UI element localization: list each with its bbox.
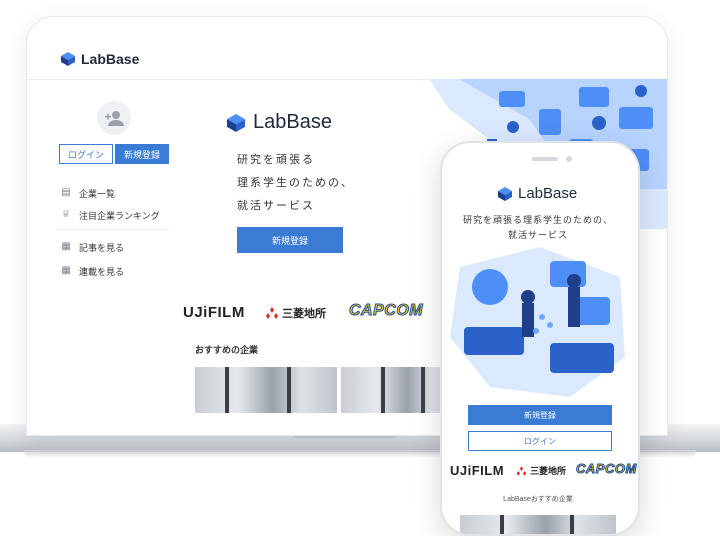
hero-tagline-line: 研究を頑張る [237, 154, 315, 166]
header-brand: LabBase [81, 51, 140, 67]
hero-tagline-line: 理系学生のための、 [237, 177, 354, 189]
document-icon: ▦ [61, 265, 71, 276]
logo-cube-icon [61, 52, 75, 66]
recommended-title: おすすめの企業 [195, 345, 259, 355]
client-logo-mitsubishi: 三菱地所 [265, 305, 326, 321]
phone-speaker [532, 157, 558, 161]
hero-tagline-line: 就活サービス [237, 200, 315, 212]
phone-brand: LabBase [518, 185, 578, 202]
hero-logo: LabBase [227, 111, 332, 134]
sidebar-login-button[interactable]: ログイン [59, 144, 113, 164]
phone-tagline-line: 就活サービス [507, 230, 568, 240]
client-logo-label: 三菱地所 [282, 308, 326, 320]
phone-logo: LabBase [498, 185, 577, 202]
phone-camera [566, 156, 572, 162]
phone-client-logo-fujifilm: UJiFILM [450, 463, 505, 478]
logo-cube-icon [498, 186, 512, 201]
company-card-image[interactable] [195, 367, 337, 413]
sidebar-item-label: 注目企業ランキング [79, 210, 160, 221]
sidebar-item-series[interactable]: ▦ 連載を見る [61, 264, 124, 278]
phone-tagline: 研究を頑張る理系学生のための、 就活サービス [442, 213, 634, 243]
phone-illustration [450, 247, 625, 397]
document-icon: ▦ [61, 241, 71, 252]
phone-tagline-line: 研究を頑張る理系学生のための、 [462, 215, 613, 225]
hero-tagline: 研究を頑張る 理系学生のための、 就活サービス [237, 149, 354, 218]
sidebar-item-ranking[interactable]: ♕ 注目企業ランキング [61, 208, 160, 222]
phone-signup-button[interactable]: 新規登録 [468, 405, 612, 425]
sidebar-signup-button[interactable]: 新規登録 [115, 144, 169, 164]
phone-frame: LabBase 研究を頑張る理系学生のための、 就活サービス 新規登録 ログイン… [440, 141, 640, 536]
hero-signup-button[interactable]: 新規登録 [237, 227, 343, 253]
phone-company-card-image[interactable] [460, 515, 616, 534]
add-user-icon [105, 111, 124, 126]
sidebar-item-articles[interactable]: ▦ 記事を見る [61, 240, 124, 254]
logo-cube-icon [227, 113, 245, 132]
avatar[interactable] [97, 101, 131, 135]
client-logo-fujifilm: UJiFILM [183, 304, 245, 321]
client-logo-capcom: CAPCOM [348, 302, 424, 320]
phone-login-button[interactable]: ログイン [468, 431, 612, 451]
header-logo[interactable]: LabBase [61, 51, 139, 67]
sidebar-divider [57, 229, 169, 230]
sidebar-item-label: 企業一覧 [79, 188, 116, 199]
hero-brand: LabBase [253, 111, 332, 133]
sidebar-item-companies[interactable]: ▤ 企業一覧 [61, 186, 115, 200]
phone-client-logo-mitsubishi: 三菱地所 [516, 464, 566, 477]
sidebar-item-label: 記事を見る [79, 242, 125, 253]
mitsubishi-diamond-icon [266, 307, 278, 319]
building-icon: ▤ [61, 187, 71, 198]
phone-client-logo-capcom: CAPCOM [576, 461, 637, 477]
sidebar-item-label: 連載を見る [79, 266, 125, 277]
mitsubishi-diamond-icon [516, 465, 527, 476]
client-logo-label: 三菱地所 [530, 466, 567, 476]
crown-icon: ♕ [61, 209, 71, 220]
phone-recommended-title: LabBaseおすすめ企業 [503, 496, 573, 503]
